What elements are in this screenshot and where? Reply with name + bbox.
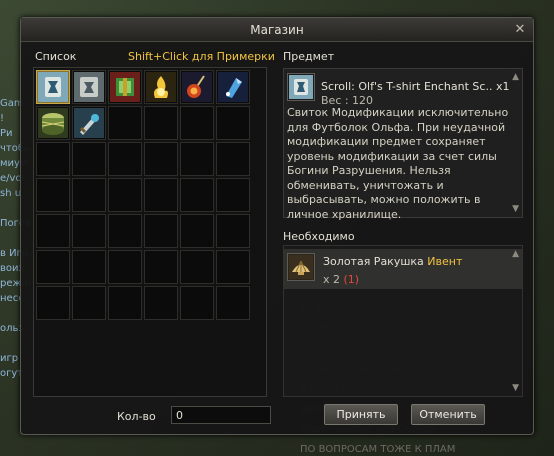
empty-slot[interactable] — [36, 286, 70, 320]
required-panel: Золотая Ракушка Ивент x 2 (1) ▲ ▼ — [283, 245, 523, 397]
empty-slot[interactable] — [72, 142, 106, 176]
empty-slot[interactable] — [144, 250, 178, 284]
event-tag: Ивент — [427, 255, 463, 268]
cancel-button[interactable]: Отменить — [411, 404, 485, 425]
empty-slot[interactable] — [216, 106, 250, 140]
item-slot[interactable] — [180, 70, 214, 104]
empty-slot[interactable] — [144, 214, 178, 248]
empty-slot[interactable] — [72, 286, 106, 320]
item-slot[interactable] — [144, 70, 178, 104]
blue-crystal-icon — [218, 72, 248, 102]
empty-slot[interactable] — [216, 214, 250, 248]
empty-slot[interactable] — [180, 250, 214, 284]
empty-slot[interactable] — [180, 214, 214, 248]
item-slot[interactable] — [72, 106, 106, 140]
scroll-up-icon[interactable]: ▲ — [512, 72, 519, 82]
owned-amount: (1) — [343, 273, 360, 286]
empty-slot[interactable] — [36, 214, 70, 248]
item-section-label: Предмет — [283, 50, 335, 63]
golden-flame-icon — [146, 72, 176, 102]
empty-slot[interactable] — [36, 142, 70, 176]
list-label: Список — [35, 50, 77, 63]
item-description-panel: Scroll: Olf's T-shirt Enchant Sc.. x1 Ве… — [283, 68, 523, 221]
empty-slot[interactable] — [144, 106, 178, 140]
green-box-icon — [110, 72, 140, 102]
empty-slot[interactable] — [36, 250, 70, 284]
empty-slot[interactable] — [72, 178, 106, 212]
empty-slot[interactable] — [216, 178, 250, 212]
empty-slot[interactable] — [108, 250, 142, 284]
notice-line: ПО ВОПРОСАМ ТОЖЕ К ПЛАМ — [300, 444, 456, 455]
close-icon: ✕ — [514, 22, 526, 37]
required-item-name: Золотая Ракушка Ивент — [323, 255, 462, 268]
try-on-hint: Shift+Click для Примерки — [128, 50, 275, 63]
scroll-down-icon[interactable]: ▼ — [512, 383, 519, 393]
empty-slot[interactable] — [108, 286, 142, 320]
item-grid — [36, 70, 264, 320]
required-item-icon — [287, 253, 315, 281]
required-item-title: Золотая Ракушка — [323, 255, 424, 268]
item-description: Свиток Модификации исключительно для Фут… — [287, 106, 509, 221]
item-grid-panel — [33, 67, 267, 397]
empty-slot[interactable] — [144, 178, 178, 212]
empty-slot[interactable] — [144, 142, 178, 176]
item-slot[interactable] — [216, 70, 250, 104]
scroll-icon — [289, 75, 313, 99]
golden-shell-icon — [289, 255, 313, 279]
required-label: Необходимо — [283, 230, 355, 243]
empty-slot[interactable] — [108, 142, 142, 176]
empty-slot[interactable] — [72, 214, 106, 248]
selected-item-icon — [287, 73, 315, 101]
empty-slot[interactable] — [180, 142, 214, 176]
empty-slot[interactable] — [216, 142, 250, 176]
drum-icon — [38, 108, 68, 138]
fire-amulet-icon — [182, 72, 212, 102]
empty-slot[interactable] — [216, 250, 250, 284]
shop-window: Магазин ✕ Список Shift+Click для Примерк… — [20, 17, 534, 435]
item-name: Scroll: Olf's T-shirt Enchant Sc.. x1 — [321, 80, 510, 93]
weapon-crystal-icon — [74, 108, 104, 138]
accept-button[interactable]: Принять — [324, 404, 398, 425]
empty-slot[interactable] — [216, 286, 250, 320]
empty-slot[interactable] — [108, 214, 142, 248]
empty-slot[interactable] — [108, 178, 142, 212]
item-slot[interactable] — [72, 70, 106, 104]
close-button[interactable]: ✕ — [513, 23, 527, 37]
window-title: Магазин — [250, 23, 304, 37]
required-amount: x 2 — [323, 273, 341, 286]
title-bar[interactable]: Магазин — [21, 18, 533, 42]
required-item-row: Золотая Ракушка Ивент x 2 (1) — [284, 249, 522, 289]
empty-slot[interactable] — [180, 178, 214, 212]
quantity-label: Кол-во — [117, 410, 156, 423]
scroll-up-icon[interactable]: ▲ — [512, 249, 519, 259]
scroll-icon — [38, 72, 68, 102]
item-slot[interactable] — [36, 70, 70, 104]
quantity-input[interactable] — [171, 406, 271, 424]
empty-slot[interactable] — [144, 286, 178, 320]
empty-slot[interactable] — [180, 106, 214, 140]
empty-slot[interactable] — [108, 106, 142, 140]
item-slot[interactable] — [108, 70, 142, 104]
scroll-down-icon[interactable]: ▼ — [512, 204, 519, 214]
stone-tablet-icon — [74, 72, 104, 102]
required-item-count: x 2 (1) — [323, 273, 359, 286]
empty-slot[interactable] — [36, 178, 70, 212]
empty-slot[interactable] — [180, 286, 214, 320]
item-slot[interactable] — [36, 106, 70, 140]
empty-slot[interactable] — [72, 250, 106, 284]
